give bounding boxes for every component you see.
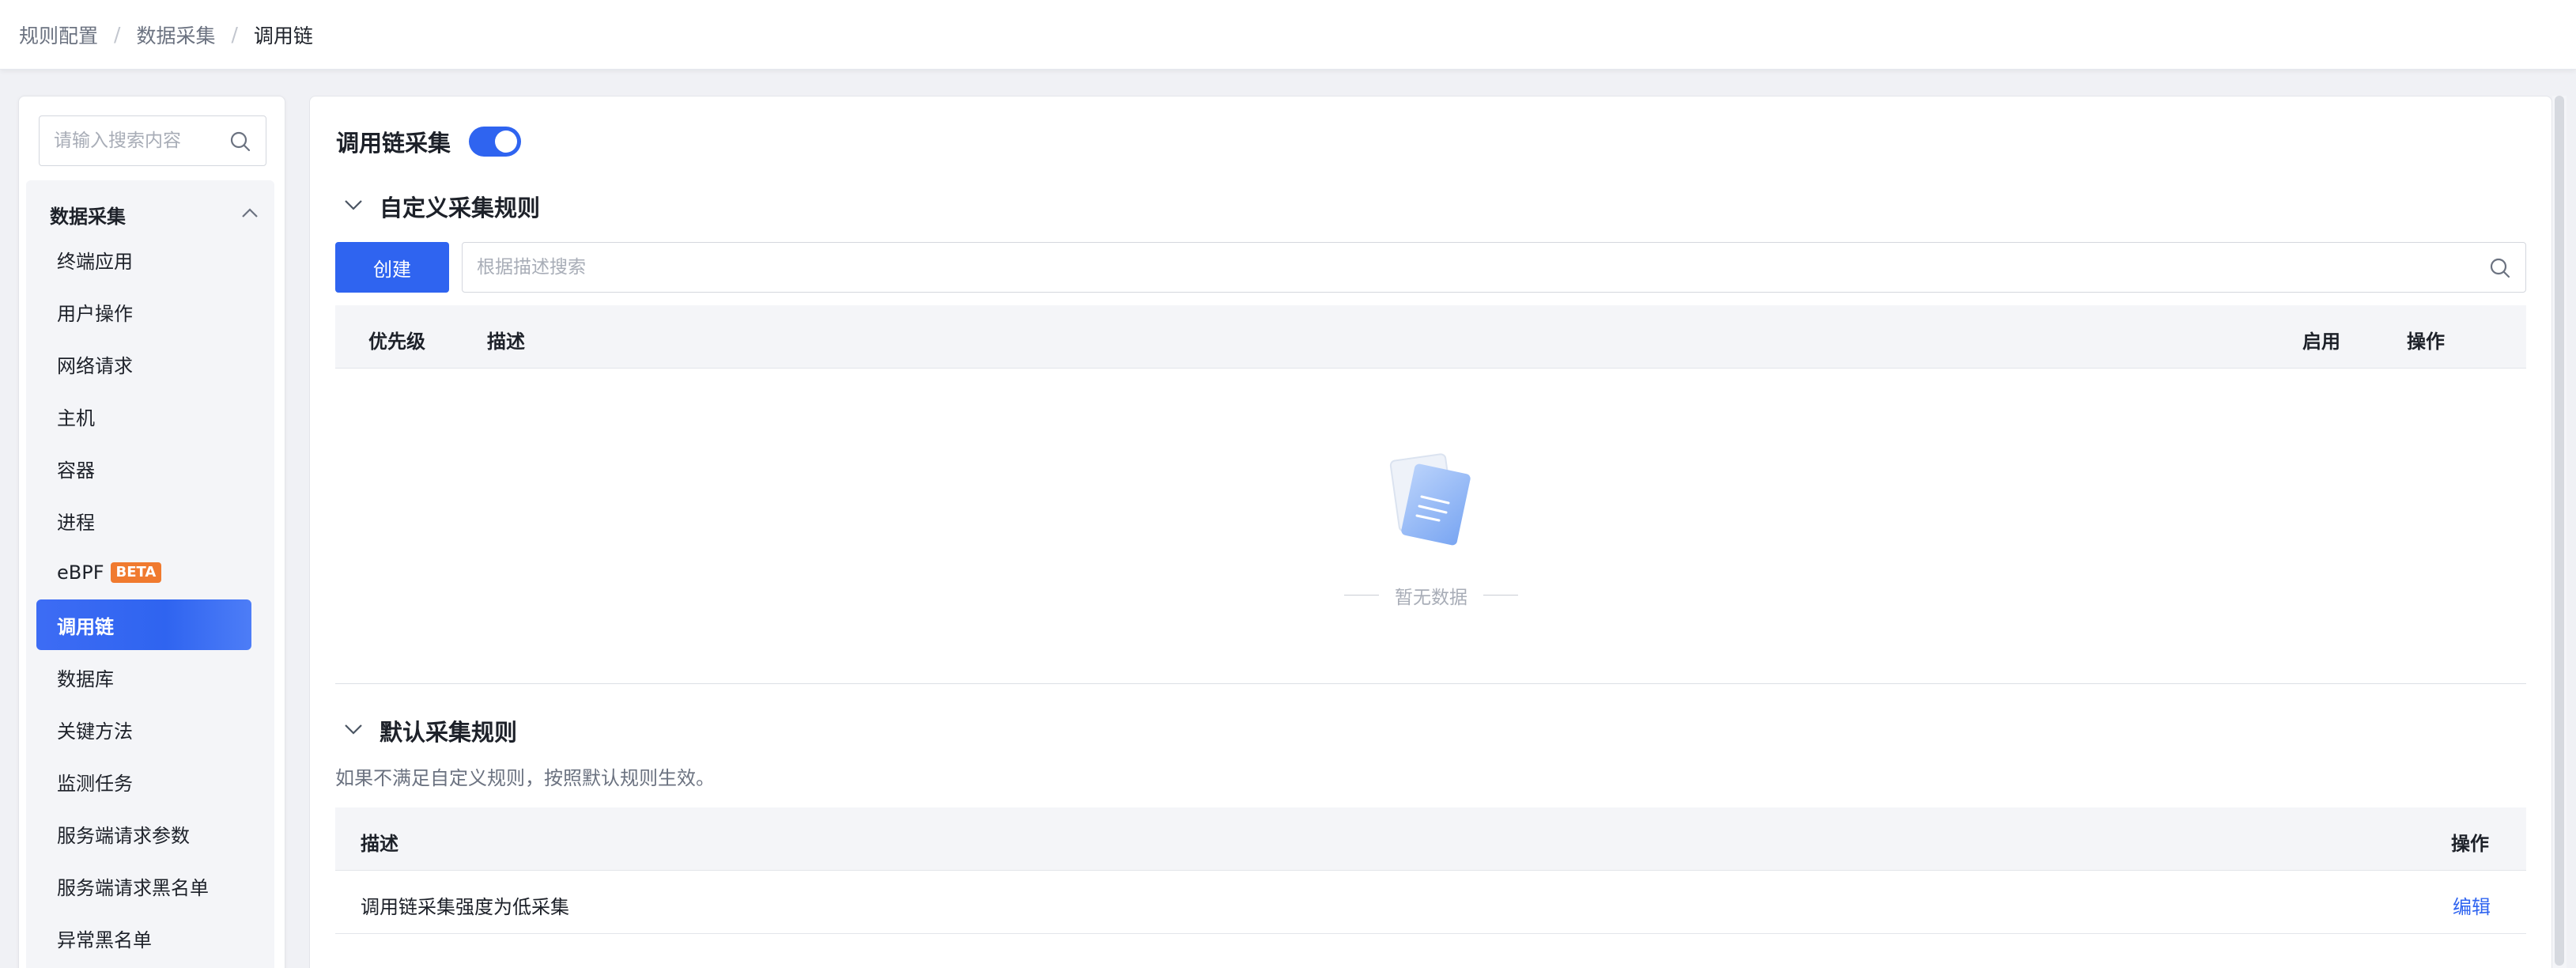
breadcrumb-separator: / bbox=[114, 23, 121, 46]
sidebar-item-exception-blacklist[interactable]: 异常黑名单 bbox=[36, 913, 251, 963]
sidebar-item-label: 监测任务 bbox=[57, 772, 133, 795]
sidebar-item-ebpf[interactable]: eBPF BETA bbox=[36, 547, 251, 598]
beta-badge: BETA bbox=[110, 562, 162, 583]
search-icon[interactable] bbox=[2489, 257, 2511, 279]
chevron-up-icon bbox=[242, 208, 258, 217]
trace-collection-toggle[interactable] bbox=[469, 127, 521, 157]
empty-divider-right bbox=[1483, 595, 1518, 596]
rule-search bbox=[462, 242, 2526, 293]
sidebar-item-label: 异常黑名单 bbox=[57, 928, 152, 951]
breadcrumb-item-rules[interactable]: 规则配置 bbox=[19, 21, 98, 49]
sidebar-item-label: 容器 bbox=[57, 459, 95, 482]
sidebar-search bbox=[39, 115, 266, 166]
sidebar-item-label: 进程 bbox=[57, 511, 95, 534]
column-header-actions: 操作 bbox=[2451, 833, 2489, 855]
empty-document-icon bbox=[1389, 453, 1471, 546]
custom-rules-title: 自定义采集规则 bbox=[380, 195, 541, 221]
sidebar-item-database[interactable]: 数据库 bbox=[36, 652, 251, 702]
sidebar-item-trace[interactable]: 调用链 bbox=[36, 599, 251, 650]
column-header-actions: 操作 bbox=[2407, 331, 2445, 353]
sidebar-item-label: 服务端请求黑名单 bbox=[57, 876, 209, 899]
sidebar-item-server-request-params[interactable]: 服务端请求参数 bbox=[36, 808, 251, 859]
sidebar-item-process[interactable]: 进程 bbox=[36, 495, 251, 546]
sidebar-item-label: 主机 bbox=[57, 406, 95, 429]
sidebar-item-monitor-task[interactable]: 监测任务 bbox=[36, 756, 251, 807]
column-header-priority: 优先级 bbox=[368, 331, 425, 353]
sidebar-group-title: 数据采集 bbox=[50, 205, 126, 228]
sidebar-item-label: 终端应用 bbox=[57, 250, 133, 273]
column-header-description: 描述 bbox=[361, 833, 398, 855]
breadcrumb-item-data-collection[interactable]: 数据采集 bbox=[136, 21, 215, 49]
sidebar-item-terminal-app[interactable]: 终端应用 bbox=[36, 234, 251, 285]
sidebar-search-input[interactable] bbox=[40, 116, 229, 165]
chevron-down-icon[interactable] bbox=[344, 199, 363, 210]
sidebar-item-host[interactable]: 主机 bbox=[36, 391, 251, 441]
sidebar-item-label: 关键方法 bbox=[57, 720, 133, 743]
custom-rules-table-header: 优先级 描述 启用 操作 bbox=[335, 305, 2526, 369]
sidebar-item-server-request-blacklist[interactable]: 服务端请求黑名单 bbox=[36, 860, 251, 911]
default-rules-title: 默认采集规则 bbox=[380, 719, 518, 746]
empty-text: 暂无数据 bbox=[1395, 588, 1467, 608]
sidebar-item-container[interactable]: 容器 bbox=[36, 443, 251, 493]
sidebar-item-label: 调用链 bbox=[57, 615, 114, 638]
scrollbar-thumb[interactable] bbox=[2555, 96, 2564, 966]
sidebar-item-label: 网络请求 bbox=[57, 354, 133, 377]
column-header-description: 描述 bbox=[487, 331, 525, 353]
chevron-down-icon[interactable] bbox=[344, 724, 363, 735]
top-bar: 规则配置 / 数据采集 / 调用链 bbox=[0, 0, 2576, 70]
toggle-knob bbox=[495, 130, 517, 153]
default-rules-table-header: 描述 操作 bbox=[335, 807, 2526, 871]
search-icon[interactable] bbox=[229, 130, 251, 153]
rule-search-input[interactable] bbox=[463, 243, 2471, 292]
breadcrumb-separator: / bbox=[231, 23, 238, 46]
create-button[interactable]: 创建 bbox=[335, 242, 449, 293]
sidebar-item-label: 用户操作 bbox=[57, 302, 133, 325]
sidebar-item-key-method[interactable]: 关键方法 bbox=[36, 704, 251, 754]
sidebar: 数据采集 终端应用 用户操作 网络请求 主机 容器 进程 eBPF BETA 调… bbox=[18, 96, 285, 968]
sidebar-item-label: 数据库 bbox=[57, 667, 114, 690]
edit-link[interactable]: 编辑 bbox=[2453, 891, 2491, 919]
sidebar-item-label: 服务端请求参数 bbox=[57, 824, 190, 847]
column-header-enabled: 启用 bbox=[2302, 331, 2340, 353]
sidebar-item-label: eBPF bbox=[57, 562, 104, 584]
default-rules-description: 如果不满足自定义规则，按照默认规则生效。 bbox=[335, 767, 715, 789]
row-description: 调用链采集强度为低采集 bbox=[361, 896, 569, 918]
page-title: 调用链采集 bbox=[336, 130, 451, 157]
sidebar-item-network-request[interactable]: 网络请求 bbox=[36, 338, 251, 389]
breadcrumb-item-trace: 调用链 bbox=[253, 24, 313, 47]
sidebar-item-user-action[interactable]: 用户操作 bbox=[36, 286, 251, 337]
table-row: 调用链采集强度为低采集 编辑 bbox=[335, 871, 2526, 934]
